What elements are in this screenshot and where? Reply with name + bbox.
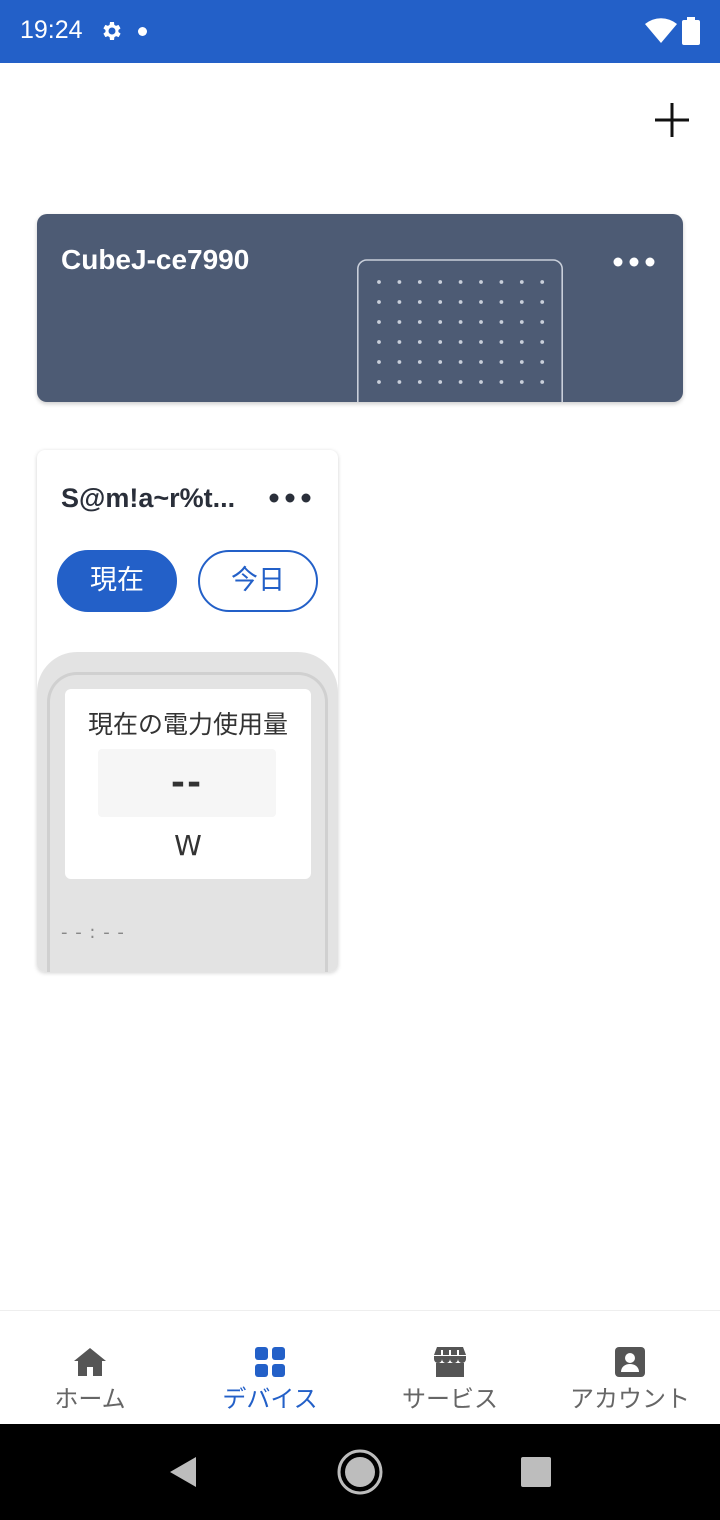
tab-today[interactable]: 今日 (198, 550, 318, 612)
reading-unit: W (174, 829, 202, 862)
nav-item-services[interactable]: サービス (360, 1311, 540, 1425)
plus-icon (655, 103, 689, 137)
reading-panel: 現在の電力使用量 -- W (65, 689, 311, 879)
nav-label-services: サービス (402, 1385, 498, 1413)
bottom-nav: ホーム デバイス サービス アカウント (0, 1310, 720, 1425)
nav-label-devices: デバイス (222, 1385, 318, 1413)
battery-icon (682, 17, 700, 45)
gear-icon (103, 22, 121, 40)
status-bar: 19:24 (0, 0, 720, 63)
reading-label: 現在の電力使用量 (87, 710, 288, 739)
home-icon (74, 1348, 106, 1376)
nav-item-devices[interactable]: デバイス (180, 1311, 360, 1425)
nav-label-account: アカウント (570, 1385, 690, 1413)
recent-apps-icon[interactable] (521, 1457, 551, 1487)
add-device-button[interactable] (650, 98, 694, 142)
meter-name: S@m!a~r%t... (61, 483, 236, 513)
wifi-icon (645, 18, 677, 43)
nav-item-home[interactable]: ホーム (0, 1311, 180, 1425)
notification-dot (138, 27, 147, 36)
account-icon (615, 1347, 645, 1377)
meter-card[interactable]: S@m!a~r%t... 現在 今日 現在の電力使用量 -- W - - : -… (37, 450, 338, 972)
nav-label-home: ホーム (54, 1385, 126, 1413)
reading-time: - - : - - (61, 922, 125, 943)
home-circle-icon[interactable] (336, 1448, 384, 1496)
status-time: 19:24 (20, 16, 83, 44)
more-horizontal-icon[interactable] (269, 490, 311, 506)
store-icon (434, 1347, 466, 1377)
device-name: CubeJ-ce7990 (61, 244, 250, 275)
tab-now[interactable]: 現在 (57, 550, 177, 612)
more-horizontal-icon[interactable] (612, 254, 656, 270)
device-card[interactable]: CubeJ-ce7990 (37, 214, 683, 402)
device-illustration (357, 259, 563, 402)
devices-grid-icon (255, 1347, 285, 1377)
back-icon[interactable] (166, 1455, 200, 1489)
reading-value: -- (98, 749, 276, 817)
nav-item-account[interactable]: アカウント (540, 1311, 720, 1425)
